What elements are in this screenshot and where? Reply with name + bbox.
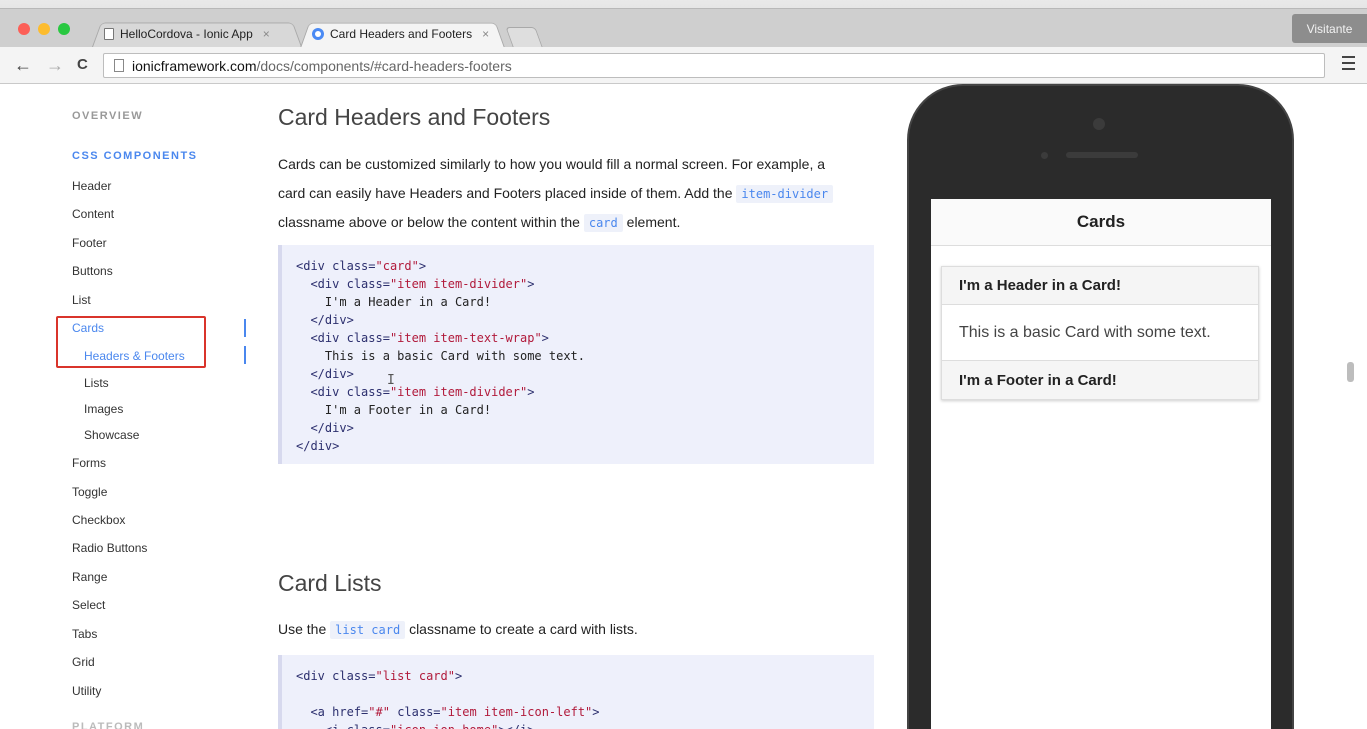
ionic-logo-icon — [312, 28, 324, 40]
document-icon — [104, 27, 114, 40]
paragraph-line: Cards can be customized similarly to how… — [278, 156, 826, 172]
sidebar-item-grid[interactable]: Grid — [72, 655, 95, 669]
phone-header-title: Cards — [931, 199, 1271, 246]
reload-icon[interactable]: C — [77, 55, 88, 75]
sidebar-item-list[interactable]: List — [72, 293, 91, 307]
inline-code: card — [583, 214, 623, 232]
phone-preview: Cards I'm a Header in a Card! This is a … — [907, 84, 1294, 729]
paragraph-text: element. — [626, 214, 681, 230]
url-path: /docs/components/#card-headers-footers — [256, 57, 512, 74]
sensor-icon — [1041, 152, 1048, 159]
paragraph-text: card can easily have Headers and Footers… — [278, 184, 733, 201]
section-description: Use the list card classname to create a … — [278, 615, 874, 645]
paragraph-text: classname to create a card with lists. — [409, 621, 638, 637]
sidebar-item-checkbox[interactable]: Checkbox — [72, 513, 125, 527]
back-arrow-icon[interactable]: ← — [14, 55, 32, 75]
card-body: This is a basic Card with some text. — [942, 305, 1258, 361]
tab-close-icon[interactable]: × — [482, 27, 489, 41]
inline-code: item-divider — [736, 184, 834, 203]
card-footer: I'm a Footer in a Card! — [942, 361, 1258, 399]
page-icon — [114, 59, 124, 72]
active-indicator — [244, 346, 246, 364]
url-host: ionicframework.com — [132, 57, 257, 74]
text-cursor-icon: I — [387, 373, 395, 388]
sidebar-item-utility[interactable]: Utility — [72, 684, 101, 698]
sidebar-heading-platform[interactable]: PLATFORM — [72, 721, 144, 729]
scrollbar-thumb[interactable] — [1347, 362, 1354, 382]
profile-button[interactable]: Visitante — [1292, 14, 1367, 43]
forward-arrow-icon[interactable]: → — [46, 55, 64, 75]
paragraph-line: card can easily have Headers and Footers… — [278, 179, 874, 209]
card-header: I'm a Header in a Card! — [942, 267, 1258, 305]
close-window-button[interactable] — [18, 23, 30, 35]
sidebar-item-showcase[interactable]: Showcase — [84, 428, 139, 442]
section-title-card-headers-footers: Card Headers and Footers — [278, 104, 551, 130]
docs-sidebar: OVERVIEW CSS COMPONENTS Header Content F… — [0, 84, 260, 729]
sidebar-item-lists[interactable]: Lists — [84, 376, 109, 390]
sidebar-item-header[interactable]: Header — [72, 179, 111, 193]
phone-screen: Cards I'm a Header in a Card! This is a … — [931, 199, 1271, 729]
sidebar-item-toggle[interactable]: Toggle — [72, 485, 107, 499]
code-example-list-card: <div class="list card"> <a href="#" clas… — [278, 655, 874, 729]
zoom-window-button[interactable] — [58, 23, 70, 35]
sidebar-item-forms[interactable]: Forms — [72, 456, 106, 470]
section-description: Cards can be customized similarly to how… — [278, 150, 874, 238]
camera-icon — [1093, 118, 1105, 130]
minimize-window-button[interactable] — [38, 23, 50, 35]
sidebar-item-range[interactable]: Range — [72, 570, 107, 584]
paragraph-line: classname above or below the content wit… — [278, 208, 874, 238]
sidebar-heading-css-components[interactable]: CSS COMPONENTS — [72, 150, 198, 162]
paragraph-text: classname above or below the content wit… — [278, 214, 580, 230]
sidebar-item-tabs[interactable]: Tabs — [72, 627, 97, 641]
browser-toolbar: ← → C ionicframework.com/docs/components… — [0, 47, 1367, 84]
sidebar-item-content[interactable]: Content — [72, 207, 114, 221]
page-viewport: OVERVIEW CSS COMPONENTS Header Content F… — [0, 84, 1367, 729]
paragraph-text: Use the — [278, 621, 327, 637]
sidebar-item-images[interactable]: Images — [84, 402, 123, 416]
active-indicator — [244, 319, 246, 337]
window-controls — [18, 23, 70, 35]
section-title-card-lists: Card Lists — [278, 570, 382, 596]
address-bar[interactable]: ionicframework.com/docs/components/#card… — [103, 53, 1325, 78]
sidebar-item-footer[interactable]: Footer — [72, 236, 107, 250]
tab-title: HelloCordova - Ionic App — [120, 26, 253, 41]
tab-title: Card Headers and Footers — [330, 27, 473, 41]
sidebar-item-radio-buttons[interactable]: Radio Buttons — [72, 541, 147, 555]
tab-close-icon[interactable]: × — [263, 27, 270, 41]
sidebar-heading-overview[interactable]: OVERVIEW — [72, 110, 143, 122]
hamburger-menu-icon[interactable] — [1342, 56, 1355, 70]
code-example-card: <div class="card"> <div class="item item… — [278, 245, 874, 464]
sidebar-item-select[interactable]: Select — [72, 598, 105, 612]
tab-hellocordova[interactable]: HelloCordova - Ionic App × — [92, 20, 302, 47]
inline-code: list card — [330, 621, 406, 639]
tab-card-headers-footers[interactable]: Card Headers and Footers × — [300, 20, 505, 48]
demo-card: I'm a Header in a Card! This is a basic … — [941, 266, 1259, 400]
docs-content: Card Headers and Footers Cards can be cu… — [278, 84, 878, 729]
highlight-annotation-box — [56, 316, 206, 368]
speaker-icon — [1066, 152, 1138, 158]
sidebar-item-buttons[interactable]: Buttons — [72, 264, 113, 278]
